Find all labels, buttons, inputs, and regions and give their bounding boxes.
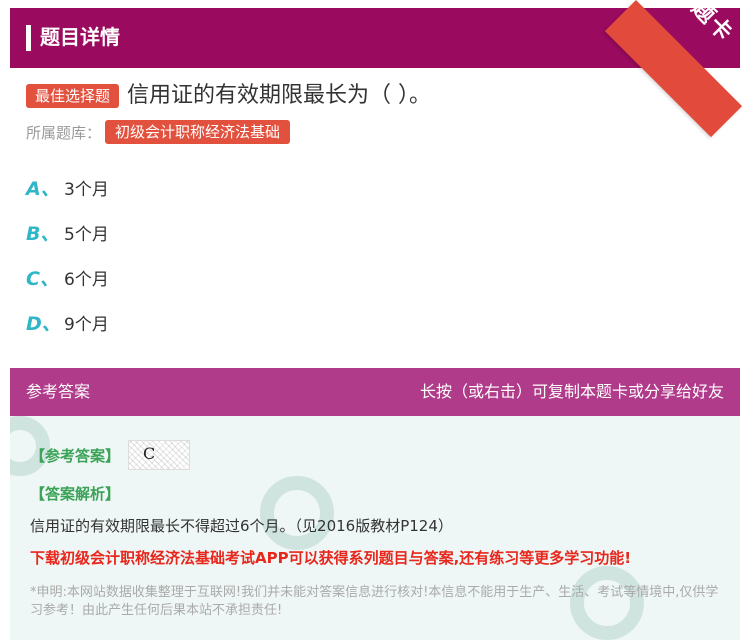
option-text: 9个月 bbox=[64, 314, 109, 335]
answer-body: 【参考答案】 C 【答案解析】 信用证的有效期限最长不得超过6个月。（见2016… bbox=[10, 416, 740, 640]
option-text: 3个月 bbox=[64, 179, 109, 200]
share-hint: 长按（或右击）可复制本题卡或分享给好友 bbox=[419, 382, 724, 401]
option-text: 6个月 bbox=[64, 269, 109, 290]
option-b[interactable]: B、 5个月 bbox=[26, 218, 109, 246]
option-letter: D、 bbox=[26, 312, 61, 335]
disclaimer-text: *申明:本网站数据收集整理于互联网!我们并未能对答案信息进行核对!本信息不能用于… bbox=[30, 585, 719, 618]
option-a[interactable]: A、 3个月 bbox=[26, 173, 109, 201]
option-letter: A、 bbox=[26, 177, 60, 200]
option-d[interactable]: D、 9个月 bbox=[26, 308, 109, 336]
watermark-logo-icon bbox=[260, 476, 334, 550]
app-promo-link[interactable]: 下载初级会计职称经济法基础考试APP可以获得系列题目与答案,还有练习等更多学习功… bbox=[30, 546, 631, 570]
bank-label: 所属题库： bbox=[26, 123, 102, 142]
reference-answer-image: C bbox=[128, 440, 191, 470]
question-type-badge: 最佳选择题 bbox=[26, 84, 120, 108]
analysis-text: 信用证的有效期限最长不得超过6个月。（见2016版教材P124） bbox=[30, 517, 453, 535]
page-title: 题目详情 bbox=[40, 25, 120, 49]
question-text: 信用证的有效期限最长为（ ）。 bbox=[127, 83, 432, 108]
option-letter: B、 bbox=[26, 222, 60, 245]
answer-header: 参考答案 长按（或右击）可复制本题卡或分享给好友 bbox=[10, 368, 740, 416]
option-letter: C、 bbox=[26, 267, 59, 290]
option-c[interactable]: C、 6个月 bbox=[26, 263, 109, 291]
question-bank-line: 所属题库： 初级会计职称经济法基础 bbox=[26, 120, 291, 144]
question-line: 最佳选择题 信用证的有效期限最长为（ ）。 bbox=[26, 80, 431, 112]
option-text: 5个月 bbox=[64, 224, 109, 245]
header-accent-bar bbox=[26, 25, 31, 51]
reference-answer-value: C bbox=[143, 444, 156, 463]
bank-tag[interactable]: 初级会计职称经济法基础 bbox=[105, 120, 291, 144]
analysis-label: 【答案解析】 bbox=[30, 485, 121, 503]
reference-answer-line: 【参考答案】 C bbox=[30, 440, 191, 470]
answer-section-title: 参考答案 bbox=[26, 382, 91, 401]
reference-answer-label: 【参考答案】 bbox=[30, 446, 121, 465]
